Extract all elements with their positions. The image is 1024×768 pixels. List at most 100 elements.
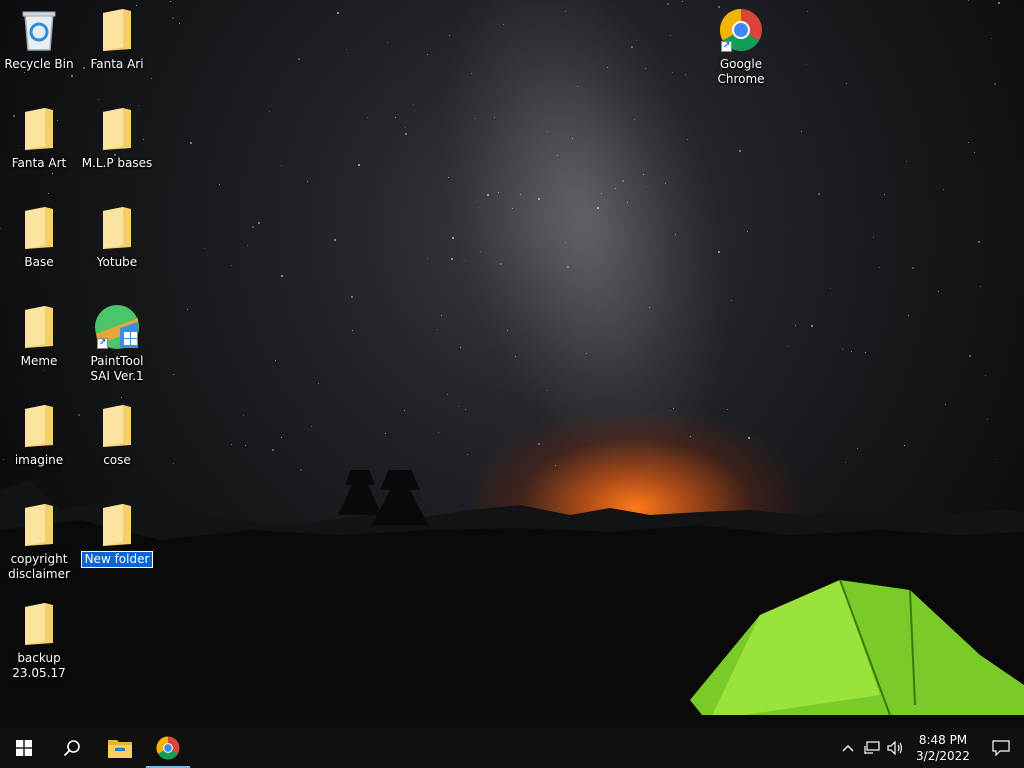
star [352,330,353,331]
star [385,433,386,434]
star [601,193,602,194]
desktop-icon-folder-yotube[interactable]: Yotube [78,204,156,270]
star [474,118,475,119]
star [987,419,988,420]
star [865,352,866,353]
icon-label: Recycle Bin [4,57,74,71]
icon-label: Fanta Ari [90,57,144,71]
star [507,330,508,331]
desktop-icon-recycle-bin[interactable]: Recycle Bin [0,6,78,72]
clock-date: 3/2/2022 [916,749,970,763]
star [969,355,971,357]
star [572,138,573,139]
desktop-icon-folder-backup[interactable]: backup 23.05.17 [0,600,78,681]
star [998,2,1000,4]
folder-icon [15,402,63,450]
star [586,353,587,354]
folder-icon [15,600,63,648]
star [441,315,442,316]
icon-label: imagine [14,453,64,467]
star [806,64,807,65]
star [258,222,260,224]
star [538,443,540,445]
star [991,38,992,39]
painttool-sai-icon: ↗ [93,303,141,351]
star [281,275,283,277]
star [471,73,472,74]
star [818,193,820,195]
star [547,390,548,391]
folder-icon [93,402,141,450]
desktop-icon-folder-imagine[interactable]: imagine [0,402,78,468]
star [622,180,624,182]
star [307,181,308,182]
star [24,72,25,73]
icon-label: copyright disclaimer [8,552,70,581]
star [512,208,513,209]
star [498,192,499,193]
star [731,300,732,301]
star [465,260,466,261]
action-center-button[interactable] [978,728,1024,768]
icon-label: Meme [20,354,58,368]
shortcut-arrow-icon: ↗ [97,338,108,349]
star [298,58,300,60]
chevron-up-icon[interactable] [836,728,860,768]
star [747,231,748,232]
clock[interactable]: 8:48 PM 3/2/2022 [908,732,978,764]
chrome-icon [156,736,180,760]
star [690,436,691,437]
glowing-tent [650,579,1024,725]
desktop-icon-folder-cose[interactable]: cose [78,402,156,468]
star [515,356,516,357]
star [557,155,558,156]
network-icon[interactable] [860,728,884,768]
search-button[interactable] [48,728,96,768]
star [830,288,831,289]
taskbar-google-chrome[interactable] [144,728,192,768]
desktop-icon-folder-new-folder[interactable]: New folder [78,501,156,568]
folder-icon [93,204,141,252]
star [465,409,466,410]
star [48,193,49,194]
star [190,142,192,144]
action-center-icon [992,740,1010,756]
desktop-icon-painttool-sai[interactable]: ↗ PaintTool SAI Ver.1 [78,303,156,384]
star [842,349,843,350]
star [405,133,407,135]
star [974,152,975,153]
desktop-icon-folder-mlp-bases[interactable]: M.L.P bases [78,105,156,171]
star [643,174,644,175]
star [968,0,969,1]
star [565,242,566,243]
star [451,258,453,260]
desktop-icon-folder-meme[interactable]: Meme [0,303,78,369]
star [718,251,720,253]
star [649,307,650,308]
star [904,445,905,446]
desktop-icon-folder-base[interactable]: Base [0,204,78,270]
star [636,40,637,41]
folder-icon [15,303,63,351]
desktop-icon-folder-fanta-ari[interactable]: Fanta Ari [78,6,156,72]
star [405,127,406,128]
volume-icon[interactable] [884,728,908,768]
star [219,184,220,185]
star [52,173,53,174]
star [252,226,254,228]
star [631,46,633,48]
taskbar-file-explorer[interactable] [96,728,144,768]
star [807,11,808,12]
icon-label: Fanta Art [11,156,67,170]
star [478,207,479,208]
star [665,183,666,184]
desktop-icon-folder-copyright-disclaimer[interactable]: copyright disclaimer [0,501,78,582]
desktop-icon-google-chrome[interactable]: ↗ Google Chrome [702,6,780,87]
star [938,291,939,292]
folder-icon [93,6,141,54]
rename-input[interactable]: New folder [80,551,154,568]
start-button[interactable] [0,728,48,768]
desktop-icon-folder-fanta-art[interactable]: Fanta Art [0,105,78,171]
recycle-bin-icon [15,6,63,54]
star [908,315,909,316]
